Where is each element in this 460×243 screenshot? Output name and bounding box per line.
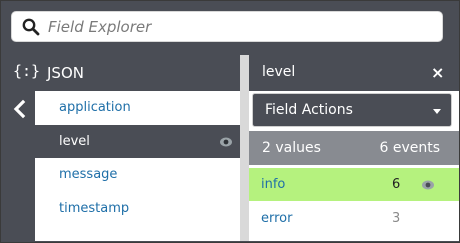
field-label: message <box>59 167 118 182</box>
field-explorer-window: {:} JSON application level message <box>0 0 460 243</box>
field-list-panel: {:} JSON application level message times… <box>5 55 240 241</box>
value-row-error[interactable]: error 3 <box>249 202 459 235</box>
dropdown-caret-icon <box>433 109 441 114</box>
event-count: 6 events <box>379 140 440 156</box>
field-item-application[interactable]: application <box>35 91 240 124</box>
back-button[interactable] <box>5 91 35 241</box>
search-icon <box>22 18 40 36</box>
selected-field-name: level <box>262 64 296 80</box>
panel-title: JSON <box>47 64 84 82</box>
eye-icon[interactable] <box>421 180 435 190</box>
field-item-timestamp[interactable]: timestamp <box>35 192 240 225</box>
field-list: application level message timestamp <box>35 91 240 241</box>
field-item-level[interactable]: level <box>35 125 240 158</box>
field-detail-panel: level × Field Actions 2 values 6 events … <box>249 55 459 241</box>
close-icon[interactable]: × <box>431 63 444 82</box>
search-box[interactable] <box>11 11 443 42</box>
value-row-info[interactable]: info 6 <box>249 168 459 201</box>
value-count: 3 <box>392 211 401 226</box>
field-actions-dropdown[interactable]: Field Actions <box>252 93 452 127</box>
value-name: error <box>261 211 293 226</box>
field-label: timestamp <box>59 201 130 216</box>
field-label: application <box>59 100 131 115</box>
value-count: 6 <box>392 177 401 192</box>
back-chevron-icon <box>13 99 26 119</box>
value-count: 2 values <box>262 140 321 156</box>
value-name: info <box>261 177 286 192</box>
json-braces-icon: {:} <box>13 62 41 80</box>
field-detail-header: level × <box>249 55 459 91</box>
panel-divider <box>240 55 249 241</box>
eye-icon[interactable] <box>219 137 233 147</box>
value-stats-bar: 2 values 6 events <box>249 131 459 165</box>
search-input[interactable] <box>48 12 428 41</box>
left-panel-header: {:} JSON <box>5 55 240 91</box>
field-actions-label: Field Actions <box>265 102 353 118</box>
field-label: level <box>59 134 90 149</box>
field-item-message[interactable]: message <box>35 158 240 191</box>
